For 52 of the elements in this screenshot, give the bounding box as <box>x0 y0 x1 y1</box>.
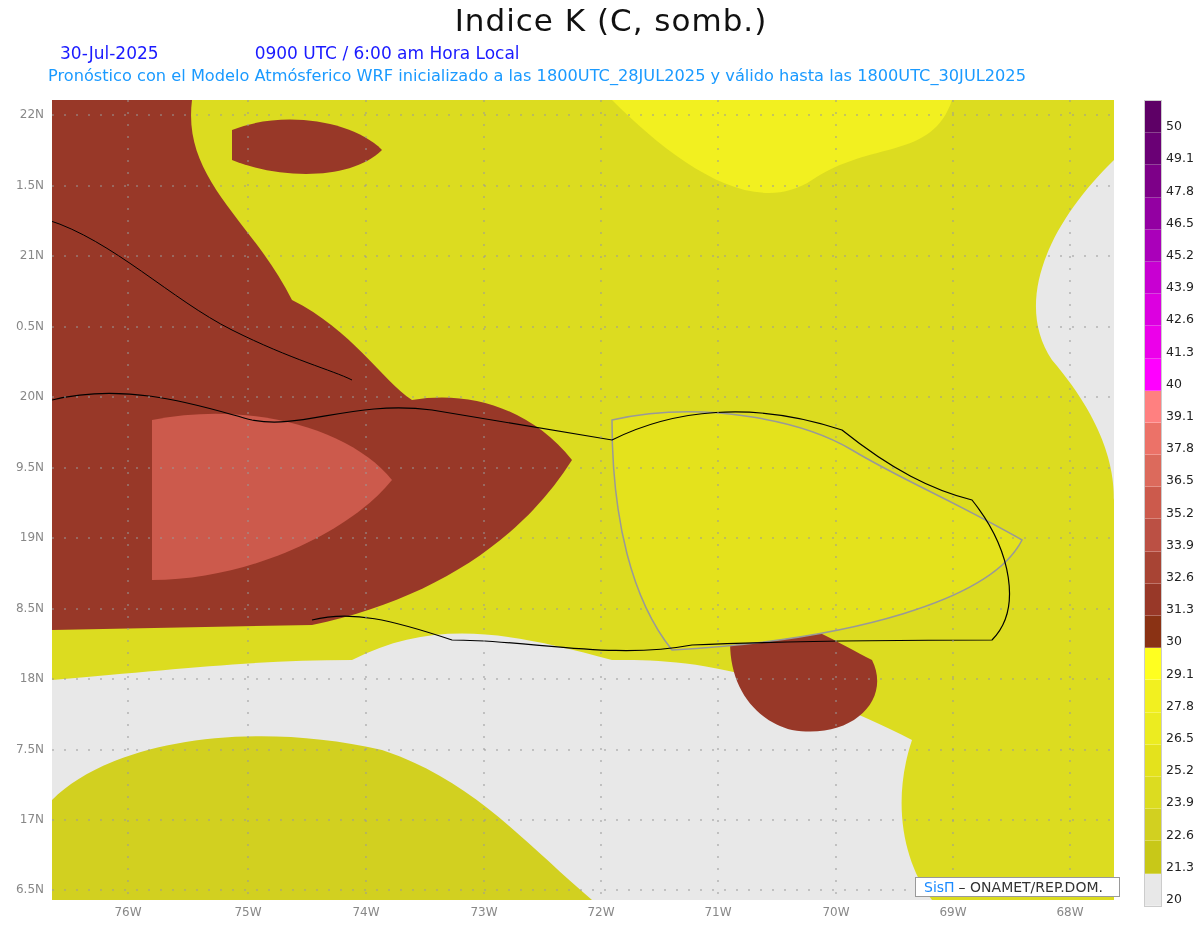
scale-label: 35.2 <box>1166 504 1194 520</box>
scale-label: 23.9 <box>1166 794 1194 810</box>
longitude-label: 71W <box>703 905 733 919</box>
scale-label: 46.5 <box>1166 214 1194 230</box>
scale-label: 47.8 <box>1166 182 1194 198</box>
forecast-date: 30-Jul-2025 <box>60 43 159 63</box>
scale-label: 40 <box>1166 375 1182 391</box>
scale-label: 42.6 <box>1166 311 1194 327</box>
longitude-label: 68W <box>1055 905 1085 919</box>
latitude-label: 8.5N <box>15 601 44 615</box>
scale-label: 43.9 <box>1166 279 1194 295</box>
latitude-label: 19N <box>19 530 44 544</box>
scale-label: 37.8 <box>1166 440 1194 456</box>
scale-label: 50 <box>1166 118 1182 134</box>
scale-label: 49.1 <box>1166 150 1194 166</box>
scale-label: 26.5 <box>1166 730 1194 745</box>
latitude-label: 22N <box>19 107 44 121</box>
forecast-subtitle: Pronóstico con el Modelo Atmósferico WRF inicializado a las 1800UTC_28JUL2025 y válido hasta las 1800UTC_30JUL2025 <box>48 66 1026 85</box>
forecast-time: 0900 UTC / 6:00 am Hora Local <box>254 43 520 63</box>
longitude-label: 72W <box>586 905 616 919</box>
latitude-label: 7.5N <box>15 742 44 756</box>
scale-label: 27.8 <box>1166 697 1194 713</box>
scale-label: 31.3 <box>1166 601 1194 617</box>
longitude-label: 69W <box>938 905 968 919</box>
scale-label: 32.6 <box>1166 569 1194 584</box>
longitude-label: 75W <box>233 905 263 919</box>
latitude-label: 6.5N <box>15 882 44 896</box>
longitude-label: 70W <box>821 905 851 919</box>
latitude-label: 9.5N <box>15 460 44 474</box>
latitude-label: 1.5N <box>15 178 44 192</box>
scale-label: 22.6 <box>1166 826 1194 842</box>
chart-title: Indice K (C, somb.) <box>453 2 769 38</box>
credit-text: – ONAMET/REP.DOM. <box>958 879 1103 895</box>
scale-label: 36.5 <box>1166 472 1194 488</box>
scale-label: 45.2 <box>1166 247 1194 262</box>
scale-label: 41.3 <box>1166 343 1194 359</box>
latitude-label: 18N <box>19 671 44 685</box>
longitude-label: 73W <box>469 905 499 919</box>
scale-label: 30 <box>1166 633 1182 649</box>
brand-logo: SisΠ <box>924 879 955 895</box>
latitude-label: 20N <box>19 389 44 403</box>
scale-label: 20 <box>1166 891 1182 906</box>
latitude-label: 17N <box>19 812 44 826</box>
scale-label: 39.1 <box>1166 408 1194 423</box>
scale-label: 25.2 <box>1166 762 1194 778</box>
scale-label: 29.1 <box>1166 665 1194 681</box>
latitude-label: 21N <box>19 248 44 262</box>
scale-label: 33.9 <box>1166 536 1194 552</box>
longitude-label: 76W <box>113 905 143 919</box>
scale-label: 21.3 <box>1166 858 1194 874</box>
latitude-label: 0.5N <box>15 319 44 333</box>
longitude-label: 74W <box>351 905 381 919</box>
